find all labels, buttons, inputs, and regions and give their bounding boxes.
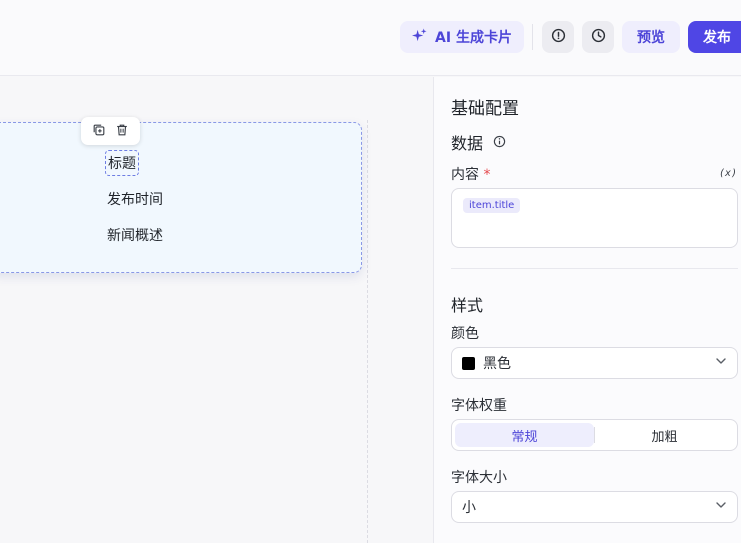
required-mark: *	[483, 167, 491, 183]
style-section-title: 样式	[451, 296, 484, 315]
card-summary-text[interactable]: 新闻概述	[107, 225, 163, 245]
card-floating-toolbar	[81, 117, 140, 145]
toolbar-divider	[532, 24, 533, 50]
info-icon[interactable]	[493, 133, 506, 152]
font-weight-label: 字体权重	[451, 398, 507, 414]
publish-button[interactable]: 发布	[688, 21, 741, 53]
ai-generate-card-button[interactable]: AI 生成卡片	[400, 21, 524, 53]
preview-button[interactable]: 预览	[622, 21, 680, 53]
content-label: 内容 *	[451, 164, 490, 184]
color-swatch	[462, 356, 475, 370]
variable-tag[interactable]: item.title	[463, 198, 521, 213]
card-title-text[interactable]: 标题	[105, 150, 139, 176]
font-size-label: 字体大小	[451, 470, 507, 486]
section-divider	[451, 268, 738, 269]
color-select[interactable]: 黑色	[451, 347, 738, 379]
font-weight-bold-option[interactable]: 加粗	[595, 423, 734, 447]
color-label: 颜色	[451, 326, 479, 342]
chevron-down-icon	[715, 355, 727, 371]
top-toolbar: AI 生成卡片 预览 发布	[0, 0, 741, 76]
font-weight-regular-option[interactable]: 常规	[455, 423, 594, 447]
content-label-text: 内容	[451, 167, 479, 183]
sparkle-icon	[412, 27, 427, 47]
history-button[interactable]	[582, 21, 614, 53]
data-section-title: 数据	[451, 134, 484, 153]
font-weight-segmented: 常规 加粗	[451, 419, 738, 451]
ai-generate-label: AI 生成卡片	[435, 30, 512, 46]
font-size-select[interactable]: 小	[451, 491, 738, 523]
alert-circle-icon	[551, 28, 566, 47]
panel-title: 基础配置	[451, 99, 519, 119]
config-panel: 基础配置 数据 内容 * (x) item.title 样式 颜色 黑色 字体权…	[433, 77, 741, 543]
content-input[interactable]: item.title	[451, 188, 738, 248]
color-value: 黑色	[483, 356, 511, 372]
font-size-value: 小	[462, 500, 476, 516]
copy-plus-icon[interactable]	[92, 122, 106, 141]
alert-button[interactable]	[542, 21, 574, 53]
trash-icon[interactable]	[115, 122, 129, 141]
clock-icon	[591, 28, 606, 47]
variable-icon[interactable]: (x)	[719, 168, 737, 179]
chevron-down-icon	[715, 499, 727, 515]
news-card[interactable]	[0, 122, 362, 273]
canvas-guide-line	[367, 120, 368, 543]
card-publish-time-text[interactable]: 发布时间	[107, 189, 163, 209]
